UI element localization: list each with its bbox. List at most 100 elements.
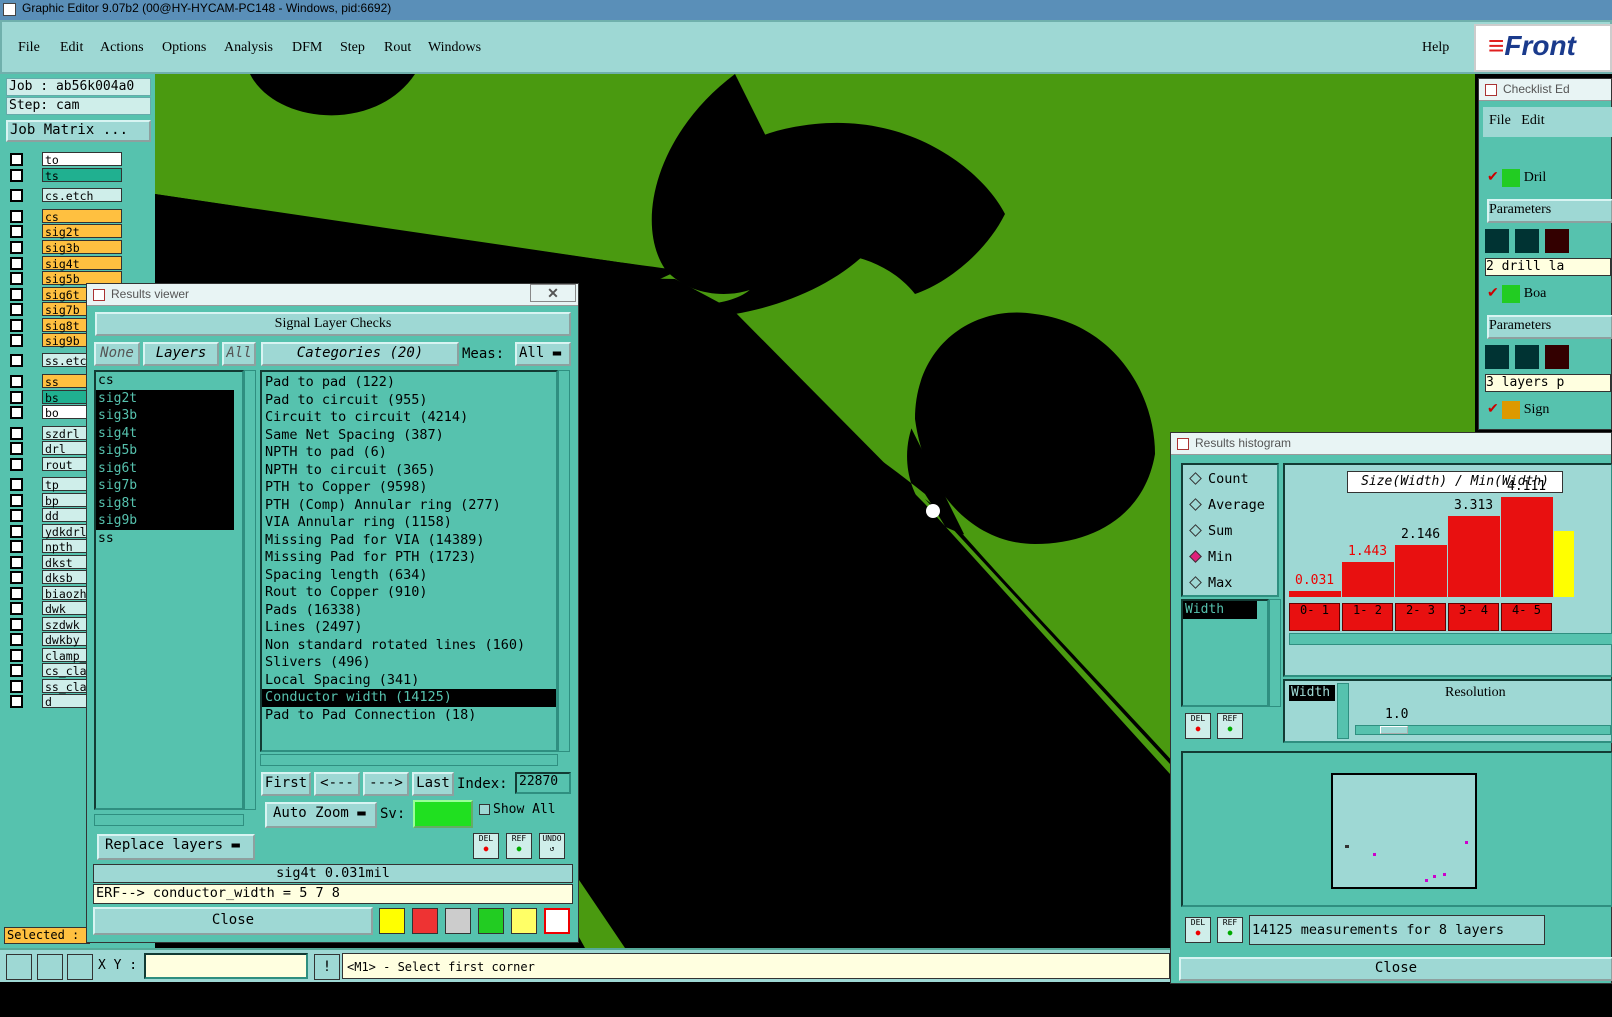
- job-matrix-button[interactable]: Job Matrix ...: [6, 120, 151, 142]
- layer-name[interactable]: cs.etch: [42, 188, 122, 203]
- category-item[interactable]: Circuit to circuit (4214): [262, 409, 556, 427]
- histogram-icon[interactable]: [544, 908, 570, 934]
- mode-radio-count[interactable]: Count: [1189, 471, 1249, 487]
- category-item[interactable]: Local Spacing (341): [262, 672, 556, 690]
- category-item[interactable]: Slivers (496): [262, 654, 556, 672]
- result-layer-item[interactable]: sig2t: [96, 389, 234, 407]
- category-item[interactable]: NPTH to circuit (365): [262, 462, 556, 480]
- layer-checkbox[interactable]: [10, 288, 23, 301]
- category-list-hscrollbar[interactable]: [260, 754, 558, 766]
- mode-radio-sum[interactable]: Sum: [1189, 523, 1232, 539]
- prev-button[interactable]: <---: [314, 772, 360, 796]
- resolution-slider-thumb[interactable]: [1380, 726, 1408, 734]
- checklist-action-icons-2[interactable]: [1485, 345, 1611, 369]
- index-input[interactable]: 22870: [515, 772, 571, 794]
- layer-checkbox[interactable]: [10, 649, 23, 662]
- checklist-item-board[interactable]: ✔ Boa: [1487, 285, 1612, 309]
- categories-button[interactable]: Categories (20): [261, 342, 459, 366]
- layer-checkbox[interactable]: [10, 602, 23, 615]
- notes-icon[interactable]: [511, 908, 537, 934]
- layer-checkbox[interactable]: [10, 458, 23, 471]
- layer-checkbox[interactable]: [10, 695, 23, 708]
- meas-dropdown[interactable]: All ▬: [515, 342, 571, 366]
- histogram-bin-label[interactable]: 1- 2: [1342, 603, 1393, 631]
- close-icon[interactable]: ✕: [530, 284, 576, 302]
- layer-name[interactable]: sig4t: [42, 256, 122, 271]
- result-layer-item[interactable]: sig5b: [96, 442, 234, 460]
- preview-ref-icon[interactable]: REF ●: [1217, 917, 1243, 943]
- histogram-bin-label[interactable]: 2- 3: [1395, 603, 1446, 631]
- select-tool-icon[interactable]: [6, 954, 32, 980]
- histogram-bin-label[interactable]: 3- 4: [1448, 603, 1499, 631]
- layer-checkbox[interactable]: [10, 540, 23, 553]
- category-item[interactable]: Same Net Spacing (387): [262, 427, 556, 445]
- layer-checkbox[interactable]: [10, 525, 23, 538]
- preview-del-icon[interactable]: DEL ●: [1185, 917, 1211, 943]
- layer-checkbox[interactable]: [10, 354, 23, 367]
- resolution-field-scrollbar[interactable]: [1337, 683, 1349, 739]
- layer-row-cs.etch[interactable]: cs.etch: [10, 188, 125, 203]
- menu-analysis[interactable]: Analysis: [224, 40, 273, 56]
- layer-checkbox[interactable]: [10, 169, 23, 182]
- category-item[interactable]: Conductor width (14125): [262, 689, 556, 707]
- first-button[interactable]: First: [261, 772, 311, 796]
- counter-icon[interactable]: [478, 908, 504, 934]
- checklist-item-drill[interactable]: ✔ Dril: [1487, 169, 1612, 193]
- menu-rout[interactable]: Rout: [384, 40, 411, 56]
- category-item[interactable]: Missing Pad for VIA (14389): [262, 532, 556, 550]
- layer-checkbox[interactable]: [10, 241, 23, 254]
- layer-checkbox[interactable]: [10, 494, 23, 507]
- all-button[interactable]: All: [222, 342, 256, 366]
- menu-file[interactable]: File: [18, 40, 40, 56]
- export-icon[interactable]: [412, 908, 438, 934]
- histogram-del-icon[interactable]: DEL ●: [1185, 713, 1211, 739]
- layer-name[interactable]: to: [42, 152, 122, 167]
- checklist-item-signal[interactable]: ✔ Sign: [1487, 401, 1612, 425]
- field-width[interactable]: Width: [1183, 601, 1257, 619]
- layer-checkbox[interactable]: [10, 225, 23, 238]
- info-icon[interactable]: !: [314, 954, 340, 980]
- last-button[interactable]: Last: [412, 772, 454, 796]
- category-item[interactable]: Pads (16338): [262, 602, 556, 620]
- layer-checkbox[interactable]: [10, 680, 23, 693]
- result-layer-item[interactable]: sig6t: [96, 459, 234, 477]
- histogram-bin-label[interactable]: 4- 5: [1501, 603, 1552, 631]
- layer-checkbox[interactable]: [10, 257, 23, 270]
- resolution-field[interactable]: Width: [1289, 685, 1335, 701]
- histogram-bar[interactable]: [1289, 591, 1341, 597]
- layer-name[interactable]: sig2t: [42, 224, 122, 239]
- menu-step[interactable]: Step: [340, 40, 365, 56]
- histogram-bar[interactable]: [1342, 561, 1394, 597]
- layer-checkbox[interactable]: [10, 391, 23, 404]
- layer-name[interactable]: sig3b: [42, 240, 122, 255]
- category-item[interactable]: Pad to Pad Connection (18): [262, 707, 556, 725]
- result-layer-item[interactable]: sig8t: [96, 494, 234, 512]
- layer-checkbox[interactable]: [10, 664, 23, 677]
- del-icon[interactable]: DEL ●: [473, 833, 499, 859]
- category-item[interactable]: PTH to Copper (9598): [262, 479, 556, 497]
- layer-checkbox[interactable]: [10, 210, 23, 223]
- layer-row-sig3b[interactable]: sig3b: [10, 240, 125, 255]
- layer-checkbox[interactable]: [10, 587, 23, 600]
- mode-radio-min[interactable]: Min: [1189, 549, 1232, 565]
- layer-checkbox[interactable]: [10, 153, 23, 166]
- result-layer-item[interactable]: ss: [96, 530, 234, 548]
- layer-checkbox[interactable]: [10, 427, 23, 440]
- histogram-bar[interactable]: [1395, 544, 1447, 597]
- layer-name[interactable]: cs: [42, 209, 122, 224]
- layer-list-scrollbar[interactable]: [244, 370, 256, 810]
- xy-input[interactable]: [144, 953, 308, 979]
- checklist-action-icons-1[interactable]: [1485, 229, 1611, 253]
- checklist-params-2[interactable]: Parameters: [1487, 315, 1612, 339]
- checklist-params-1[interactable]: Parameters: [1487, 199, 1612, 223]
- category-item[interactable]: Pad to circuit (955): [262, 392, 556, 410]
- menu-help[interactable]: Help: [1422, 40, 1449, 56]
- category-item[interactable]: Missing Pad for PTH (1723): [262, 549, 556, 567]
- category-item[interactable]: Rout to Copper (910): [262, 584, 556, 602]
- layers-button[interactable]: Layers: [143, 342, 219, 366]
- result-layer-item[interactable]: sig4t: [96, 424, 234, 442]
- layer-row-to[interactable]: to: [10, 152, 125, 167]
- layer-checkbox[interactable]: [10, 375, 23, 388]
- layer-checkbox[interactable]: [10, 303, 23, 316]
- show-all-checkbox[interactable]: [479, 804, 490, 815]
